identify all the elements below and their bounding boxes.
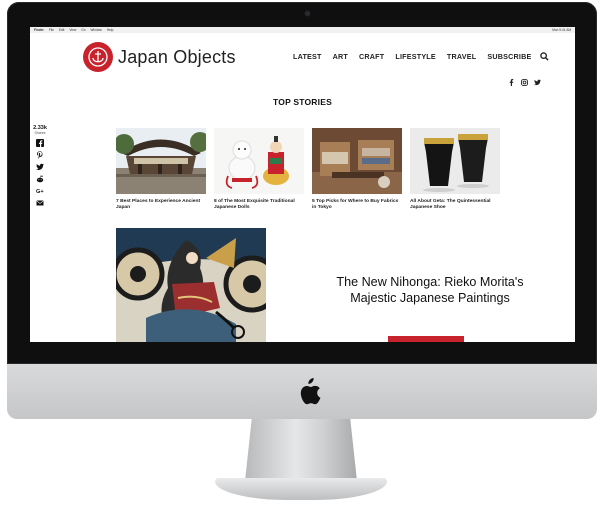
share-bar: 2.33k Shares G+ [33, 125, 47, 207]
mac-menubar: Finder File Edit View Go Window Help Mon… [30, 27, 575, 33]
menubar-clock: Mon 9:41 AM [552, 28, 571, 32]
imac-stand [245, 419, 357, 481]
nav-lifestyle[interactable]: LIFESTYLE [395, 52, 436, 61]
main-nav: LATEST ART CRAFT LIFESTYLE TRAVEL SUBSCR… [293, 52, 550, 61]
nav-art[interactable]: ART [333, 52, 348, 61]
menu-item-file[interactable]: File [49, 28, 54, 32]
nav-craft[interactable]: CRAFT [359, 52, 384, 61]
apple-logo-icon [300, 378, 321, 405]
email-share-icon[interactable] [36, 199, 44, 207]
site-logo[interactable]: Japan Objects [83, 42, 236, 72]
story-card[interactable]: 7 Best Places to Experience Ancient Japa… [116, 128, 206, 211]
facebook-icon[interactable] [508, 79, 515, 86]
top-stories-grid: 7 Best Places to Experience Ancient Japa… [116, 128, 500, 211]
feature-image-painting[interactable] [116, 228, 266, 342]
story-image-temple[interactable] [116, 128, 206, 194]
facebook-share-icon[interactable] [36, 139, 44, 147]
menu-item-go[interactable]: Go [81, 28, 85, 32]
twitter-icon[interactable] [534, 79, 541, 86]
story-title[interactable]: 5 Top Picks for Where to Buy Fabrics in … [312, 199, 402, 211]
instagram-icon[interactable] [521, 79, 528, 86]
social-links [508, 79, 541, 86]
story-title[interactable]: 8 of The Most Exquisite Traditional Japa… [214, 199, 304, 211]
story-image-geta[interactable] [410, 128, 500, 194]
camera [305, 11, 310, 16]
section-title: TOP STORIES [273, 97, 332, 107]
svg-text:G+: G+ [36, 189, 44, 195]
story-card[interactable]: 8 of The Most Exquisite Traditional Japa… [214, 128, 304, 211]
nav-travel[interactable]: TRAVEL [447, 52, 476, 61]
story-image-dolls[interactable] [214, 128, 304, 194]
menu-item-edit[interactable]: Edit [59, 28, 65, 32]
read-more-button[interactable] [388, 336, 464, 342]
story-title[interactable]: All About Geta: The Quintessential Japan… [410, 199, 500, 211]
menu-item-finder[interactable]: Finder [34, 28, 44, 32]
screen: Finder File Edit View Go Window Help Mon… [30, 27, 575, 342]
imac-base [215, 478, 387, 500]
nav-latest[interactable]: LATEST [293, 52, 322, 61]
nav-subscribe[interactable]: SUBSCRIBE [487, 52, 531, 61]
menu-item-help[interactable]: Help [107, 28, 114, 32]
twitter-share-icon[interactable] [36, 163, 44, 171]
story-card[interactable]: 5 Top Picks for Where to Buy Fabrics in … [312, 128, 402, 211]
pinterest-share-icon[interactable] [36, 151, 44, 159]
story-card[interactable]: All About Geta: The Quintessential Japan… [410, 128, 500, 211]
share-label: Shares [34, 131, 46, 135]
google-plus-share-icon[interactable]: G+ [36, 187, 44, 195]
logo-mark-icon [83, 42, 113, 72]
feature-title[interactable]: The New Nihonga: Rieko Morita's Majestic… [330, 274, 530, 306]
menu-item-view[interactable]: View [69, 28, 76, 32]
logo-text: Japan Objects [118, 46, 236, 67]
menu-item-window[interactable]: Window [91, 28, 102, 32]
story-image-fabrics[interactable] [312, 128, 402, 194]
reddit-share-icon[interactable] [36, 175, 44, 183]
search-icon[interactable] [540, 52, 550, 61]
story-title[interactable]: 7 Best Places to Experience Ancient Japa… [116, 199, 206, 211]
